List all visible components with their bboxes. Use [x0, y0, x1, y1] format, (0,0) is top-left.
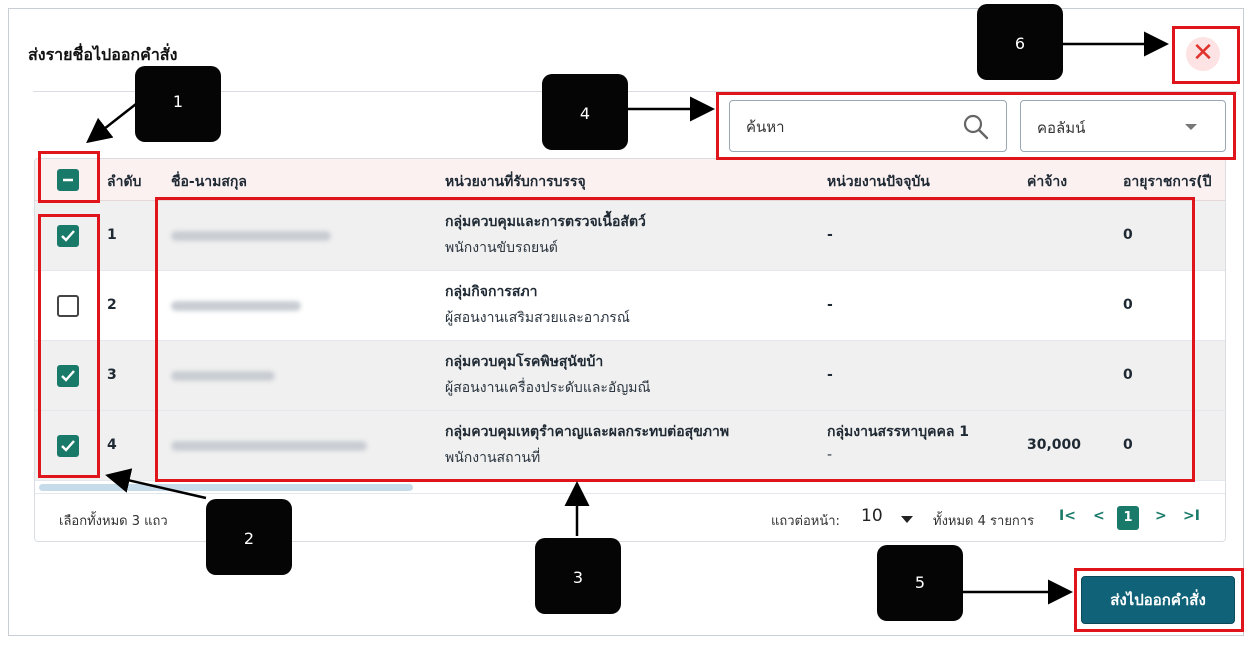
send-to-order-button[interactable]: ส่งไปออกคำสั่ง [1081, 576, 1235, 624]
row-position: พนักงานขับรถยนต์ [445, 240, 558, 256]
next-page-icon[interactable]: > [1155, 508, 1167, 524]
check-icon [61, 370, 75, 382]
total-count: ทั้งหมด 4 รายการ [933, 514, 1035, 529]
row-unit: กลุ่มควบคุมและการตรวจเนื้อสัตว์ [445, 214, 646, 230]
row-unit: กลุ่มควบคุมเหตุรำคาญและผลกระทบต่อสุขภาพ [445, 424, 730, 440]
name-redacted [171, 371, 275, 381]
name-redacted [171, 301, 301, 311]
row-order: 4 [107, 437, 117, 453]
row-wage: 30,000 [1027, 437, 1082, 453]
row-order: 2 [107, 297, 117, 313]
name-redacted [171, 231, 331, 241]
name-redacted [171, 441, 367, 451]
header-name[interactable]: ชื่อ-นามสกุล [171, 171, 247, 193]
check-icon [61, 440, 75, 452]
row-checkbox[interactable] [57, 365, 79, 387]
callout-marker-3: 3 [535, 538, 621, 614]
row-checkbox[interactable] [57, 295, 79, 317]
search-icon[interactable] [962, 113, 990, 141]
row-current-sub: - [827, 447, 833, 463]
row-service-age: 0 [1123, 367, 1133, 383]
search-input[interactable] [744, 115, 954, 139]
row-unit: กลุ่มกิจการสภา [445, 284, 538, 300]
search-field[interactable] [729, 100, 1007, 152]
row-current-unit: - [827, 297, 833, 313]
row-order: 3 [107, 367, 117, 383]
dialog-title: ส่งรายชื่อไปออกคำสั่ง [28, 45, 178, 64]
selected-count: เลือกทั้งหมด 3 แถว [59, 514, 168, 529]
row-service-age: 0 [1123, 227, 1133, 243]
table-header: ลำดับ ชื่อ-นามสกุล หน่วยงานที่รับการบรรจ… [35, 159, 1225, 201]
close-button[interactable]: ✕ [1186, 37, 1220, 71]
callout-marker-2: 2 [206, 499, 292, 575]
row-current-unit: กลุ่มงานสรรหาบุคคล 1 [827, 424, 970, 440]
callout-marker-6: 6 [977, 4, 1063, 80]
chevron-down-icon [1185, 124, 1197, 130]
prev-page-icon[interactable]: < [1093, 508, 1105, 524]
callout-marker-4: 4 [542, 74, 628, 150]
table-row[interactable]: 2 กลุ่มกิจการสภา ผู้สอนงานเสริมสวยและอาภ… [35, 271, 1225, 341]
first-page-icon[interactable]: I< [1059, 508, 1076, 524]
row-position: ผู้สอนงานเสริมสวยและอาภรณ์ [445, 310, 630, 326]
table-row[interactable]: 1 กลุ่มควบคุมและการตรวจเนื้อสัตว์ พนักงา… [35, 201, 1225, 271]
header-placement-unit[interactable]: หน่วยงานที่รับการบรรจุ [445, 171, 586, 193]
check-icon [61, 230, 75, 242]
row-unit: กลุ่มควบคุมโรคพิษสุนัขบ้า [445, 354, 604, 370]
row-service-age: 0 [1123, 297, 1133, 313]
table-row[interactable]: 3 กลุ่มควบคุมโรคพิษสุนัขบ้า ผู้สอนงานเคร… [35, 341, 1225, 411]
header-current-unit[interactable]: หน่วยงานปัจจุบัน [827, 171, 930, 193]
header-service-age[interactable]: อายุราชการ(ปี [1123, 171, 1212, 193]
callout-marker-5: 5 [877, 545, 963, 621]
header-order[interactable]: ลำดับ [107, 171, 141, 193]
row-checkbox[interactable] [57, 225, 79, 247]
table-row[interactable]: 4 กลุ่มควบคุมเหตุรำคาญและผลกระทบต่อสุขภา… [35, 411, 1225, 481]
row-checkbox[interactable] [57, 435, 79, 457]
page-1-button[interactable]: 1 [1117, 506, 1139, 530]
chevron-down-icon[interactable] [901, 516, 913, 523]
row-position: พนักงานสถานที่ [445, 450, 541, 466]
callout-marker-1: 1 [135, 66, 221, 142]
last-page-icon[interactable]: >I [1183, 508, 1200, 524]
row-service-age: 0 [1123, 437, 1133, 453]
scrollbar-thumb[interactable] [39, 484, 413, 491]
close-icon: ✕ [1192, 38, 1214, 68]
row-position: ผู้สอนงานเครื่องประดับและอัญมณี [445, 380, 651, 396]
select-all-checkbox[interactable] [57, 169, 79, 191]
minus-icon [63, 178, 73, 182]
row-order: 1 [107, 227, 117, 243]
column-filter-value: คอลัมน์ [1037, 119, 1086, 137]
rows-per-page-select[interactable]: 10 [861, 506, 883, 526]
row-current-unit: - [827, 367, 833, 383]
names-table: ลำดับ ชื่อ-นามสกุล หน่วยงานที่รับการบรรจ… [34, 158, 1226, 542]
column-filter-select[interactable]: คอลัมน์ [1020, 100, 1226, 152]
rows-per-page-label: แถวต่อหน้า: [771, 514, 840, 529]
header-wage[interactable]: ค่าจ้าง [1027, 171, 1067, 193]
row-current-unit: - [827, 227, 833, 243]
